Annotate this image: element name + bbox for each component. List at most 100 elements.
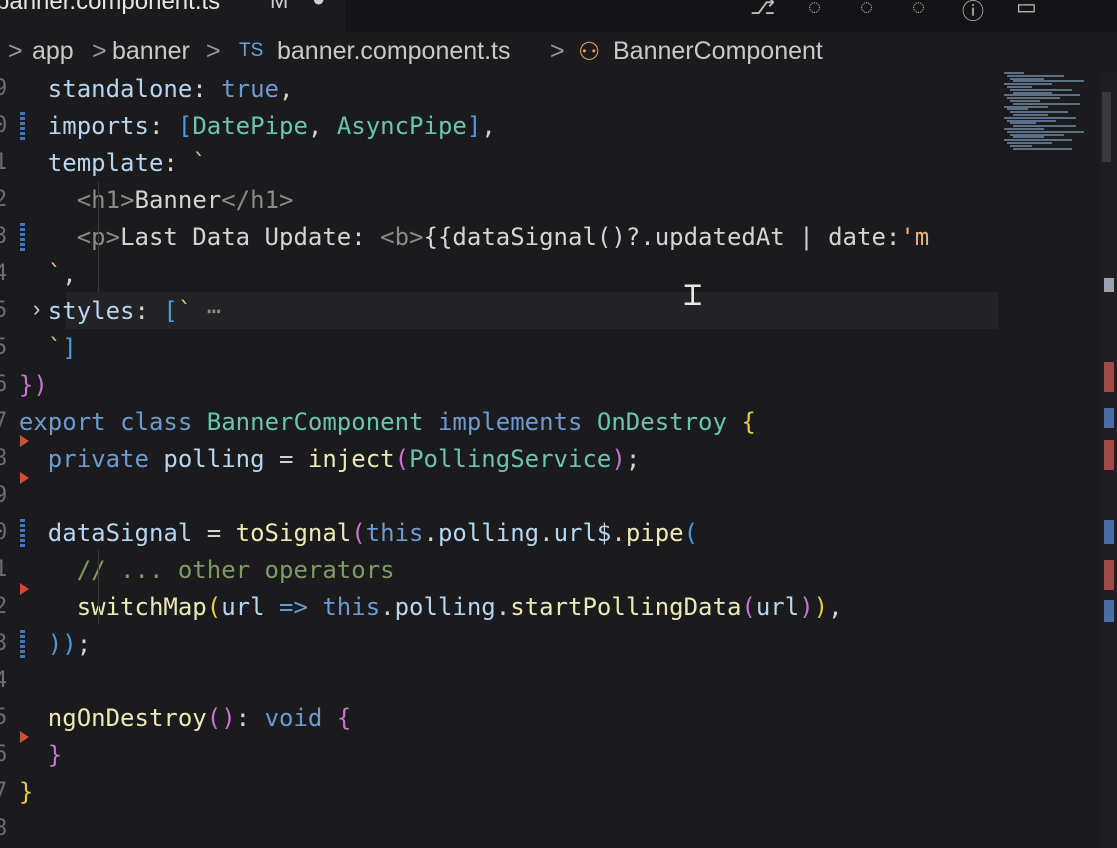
code-line[interactable]: template: ` (0, 145, 207, 182)
source-control-icon[interactable]: ⎇ (750, 0, 775, 20)
code-token: [ (163, 297, 178, 325)
code-line[interactable]: standalone: true, (0, 71, 294, 108)
code-token: h1 (250, 186, 280, 214)
code-token: ngOnDestroy (47, 704, 207, 732)
minimap-line (1004, 128, 1044, 130)
code-token: ) (799, 593, 814, 621)
breadcrumb-app[interactable]: app (32, 37, 74, 66)
breadcrumb-separator: > (8, 37, 23, 65)
split-editor-icon[interactable]: ▭ (1016, 0, 1037, 20)
modified-indicator: M (270, 0, 289, 13)
toolbar-icon-1[interactable]: ◌ (808, 0, 821, 20)
code-line[interactable]: `, (0, 256, 77, 293)
code-line[interactable]: switchMap(url => this.polling.startPolli… (0, 589, 843, 626)
code-line[interactable]: `] (0, 330, 77, 367)
scroll-marker (1104, 600, 1114, 622)
code-token: url (755, 593, 800, 621)
minimap-line (1007, 86, 1032, 88)
code-line[interactable]: } (0, 774, 33, 811)
code-token: . (539, 519, 554, 547)
typescript-file-icon: TS (239, 40, 264, 61)
minimap-line (1013, 147, 1072, 150)
code-token: () (596, 223, 626, 251)
minimap-line (1007, 142, 1052, 144)
info-icon[interactable]: ⓘ (962, 0, 984, 26)
code-token: = (264, 445, 308, 473)
minimap-line (1013, 91, 1052, 94)
code-token: toSignal (235, 519, 352, 547)
tab-label: banner.component.ts (0, 0, 221, 15)
scroll-marker-error (1104, 440, 1114, 470)
code-token: ; (76, 630, 92, 658)
code-token: ` (177, 297, 193, 325)
breadcrumb-banner[interactable]: banner (112, 37, 190, 66)
tab-close-icon[interactable]: ● (312, 0, 325, 12)
code-token: {{dataSignal (423, 223, 597, 251)
tab-banner-component[interactable]: banner.component.ts M ● (0, 0, 345, 32)
code-line[interactable]: dataSignal = toSignal(this.polling.url$.… (0, 515, 698, 552)
code-line[interactable]: <p>Last Data Update: <b>{{dataSignal()?.… (0, 219, 930, 256)
breadcrumb-file[interactable]: banner.component.ts (277, 37, 511, 66)
code-token: pipe (625, 519, 684, 547)
line-number: 8 (0, 816, 8, 841)
code-token: PollingService (409, 445, 612, 473)
breadcrumb-class[interactable]: BannerComponent (613, 37, 823, 66)
code-line[interactable]: ngOnDestroy(): void { (0, 700, 351, 737)
code-token: polling (394, 593, 496, 621)
minimap-line (1013, 102, 1080, 105)
minimap[interactable] (1000, 72, 1100, 152)
minimap-line (1004, 105, 1048, 108)
code-token: url (221, 593, 265, 621)
code-token: { (336, 704, 352, 732)
code-token: BannerComponent (206, 408, 438, 436)
code-token: implements (437, 408, 597, 436)
code-token: ] (466, 112, 482, 140)
code-token: . (380, 593, 395, 621)
toolbar-icon-3[interactable]: ◌ (912, 0, 925, 20)
code-token: , (828, 593, 843, 621)
indent-guide (98, 182, 99, 292)
scroll-marker (1104, 408, 1114, 428)
code-token: polling (437, 519, 540, 547)
code-token: . (611, 519, 626, 547)
code-line[interactable]: imports: [DatePipe, AsyncPipe], (0, 108, 496, 145)
minimap-line (1004, 72, 1024, 74)
code-token: = (192, 519, 236, 547)
code-line[interactable]: )); (0, 626, 91, 663)
code-token: 'm (900, 223, 930, 251)
code-token: export (18, 408, 121, 436)
code-token: , (481, 112, 496, 140)
code-token: url$ (553, 519, 612, 547)
code-token: Last Data Update: (120, 223, 381, 251)
code-token: AsyncPipe (336, 112, 467, 140)
code-token: ⋯ (192, 297, 222, 325)
minimap-line (1004, 94, 1080, 97)
code-line[interactable]: } (0, 737, 62, 774)
code-line[interactable]: private polling = inject(PollingService)… (0, 441, 640, 478)
code-token: dataSignal (47, 519, 193, 547)
indent-guide (98, 550, 99, 625)
code-token: { (741, 408, 756, 436)
code-token: : (235, 704, 265, 732)
scrollbar-thumb[interactable] (1102, 92, 1111, 162)
code-token: ` (47, 334, 63, 362)
code-token: ) (611, 445, 626, 473)
toolbar-icon-2[interactable]: ◌ (860, 0, 873, 20)
code-line[interactable]: }) (0, 367, 48, 404)
code-token: this (322, 593, 381, 621)
code-line[interactable]: export class BannerComponent implements … (0, 404, 756, 441)
fold-chevron-icon[interactable]: › (33, 296, 40, 322)
code-token: ` (47, 260, 63, 288)
code-line[interactable]: // ... other operators (0, 552, 395, 589)
code-line[interactable]: <h1>Banner</h1> (0, 182, 294, 219)
code-token: > (409, 223, 424, 251)
line-number: 4 (0, 668, 8, 693)
